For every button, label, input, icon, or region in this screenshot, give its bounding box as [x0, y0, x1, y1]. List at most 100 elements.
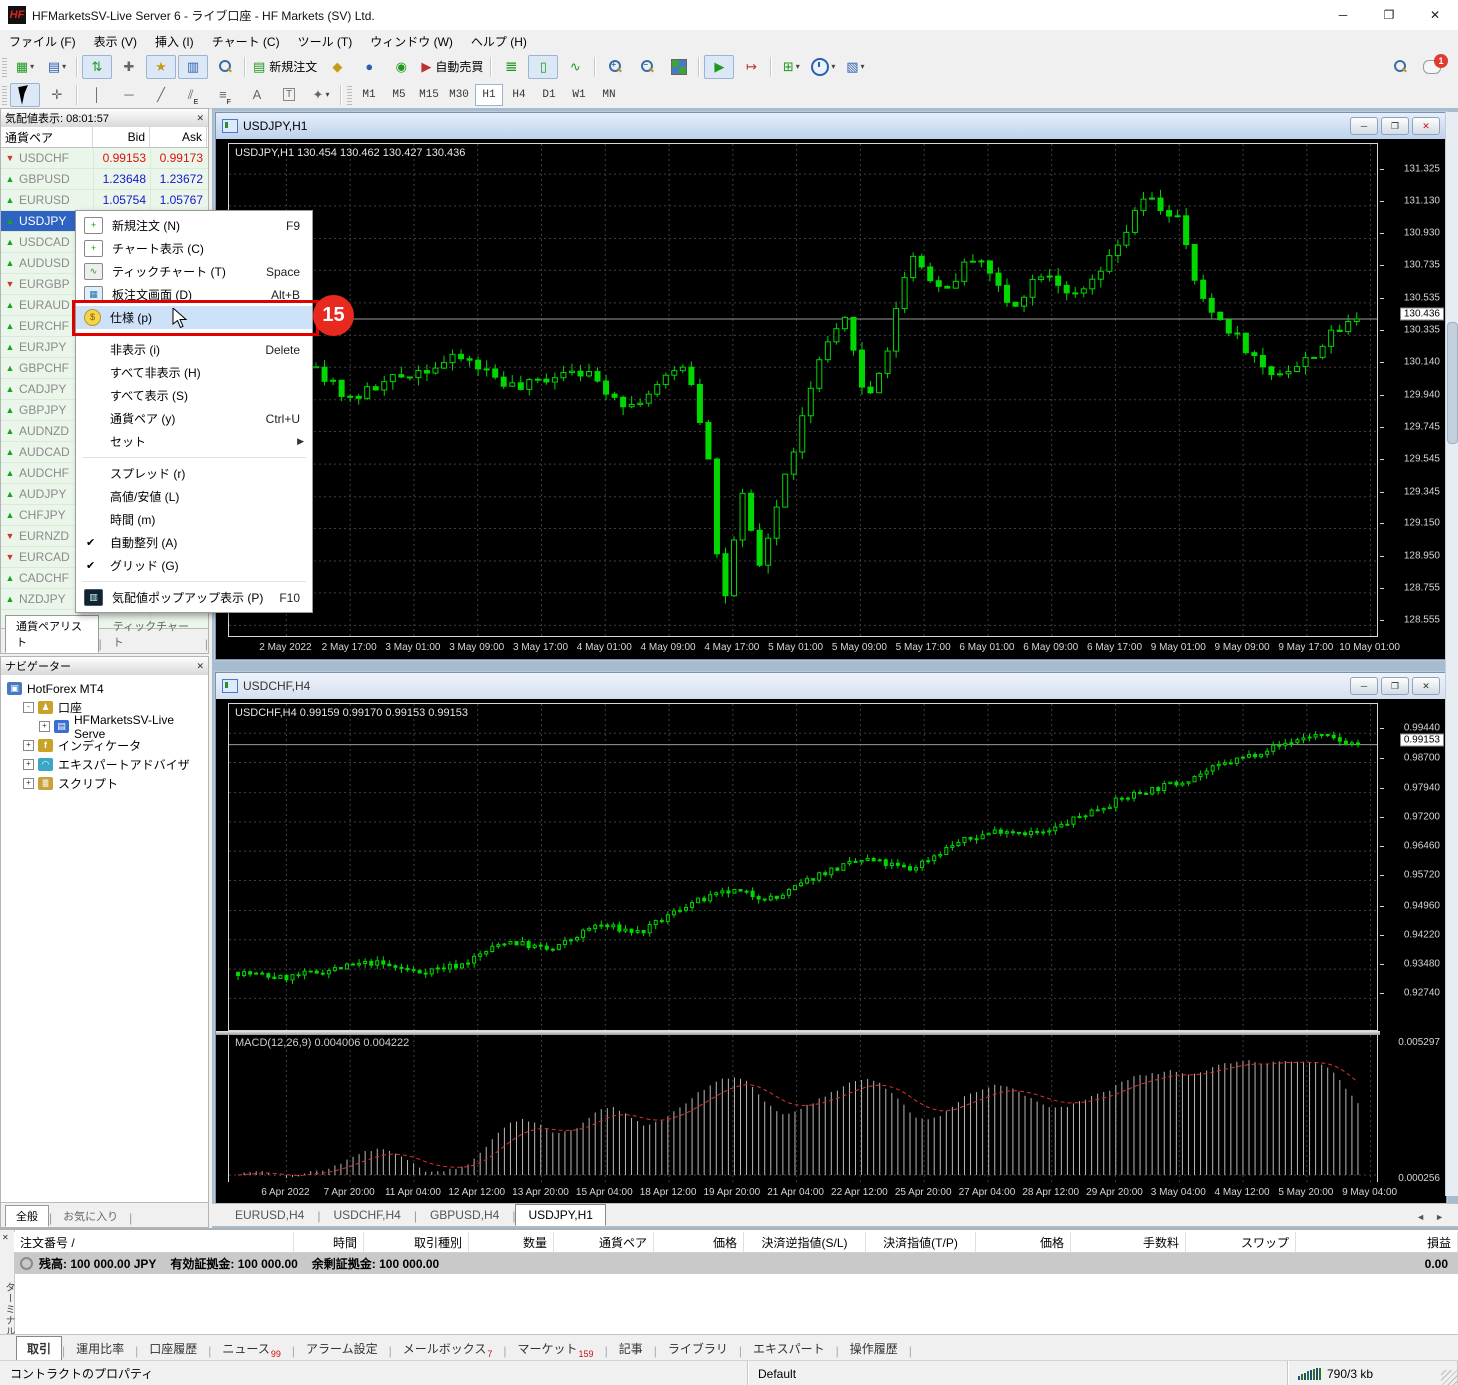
price-axis[interactable]: 131.325131.130130.930130.735130.535130.3… [1380, 139, 1446, 637]
zoom-out-button[interactable]: − [632, 55, 662, 79]
timeframe-h1[interactable]: H1 [475, 84, 503, 106]
terminal-column-5[interactable]: 価格 [654, 1232, 744, 1252]
chart-close-button[interactable]: ✕ [1412, 677, 1440, 695]
navigator-toggle[interactable]: ★ [146, 55, 176, 79]
navigator-tab-1[interactable]: お気に入り [52, 1205, 129, 1227]
terminal-tab-1[interactable]: 運用比率 [65, 1336, 135, 1361]
vertical-line-button[interactable]: │ [82, 83, 112, 107]
menu-ヘ[interactable]: ヘルプ (H) [462, 31, 536, 52]
menu-item-14[interactable]: 時間 (m) [76, 508, 312, 531]
menu-フ[interactable]: ファイル (F) [0, 31, 85, 52]
price-axis[interactable]: 0.994400.987000.979400.972000.964600.957… [1380, 699, 1446, 1182]
chart-minimize-button[interactable]: ─ [1350, 677, 1378, 695]
market-watch-close-icon[interactable]: ✕ [196, 113, 204, 124]
market-watch-tab-1[interactable]: ティックチャート [102, 615, 205, 653]
chart-minimize-button[interactable]: ─ [1350, 117, 1378, 135]
menu-item-1[interactable]: +チャート表示 (C) [76, 237, 312, 260]
terminal-toggle[interactable]: ▥ [178, 55, 208, 79]
chart-window-usdjpy[interactable]: USDJPY,H1 ─ ❐ ✕ USDJPY,H1 130.454 130.46… [215, 112, 1447, 660]
nav-item-4[interactable]: +◠エキスパートアドバイザ [1, 755, 208, 774]
chart-tab-usdchfh4[interactable]: USDCHF,H4 [320, 1204, 413, 1226]
symbol-row-usdchf[interactable]: ▼USDCHF0.991530.99173 [1, 148, 208, 169]
terminal-column-6[interactable]: 決済逆指値(S/L) [744, 1232, 866, 1252]
nav-item-5[interactable]: +≣スクリプト [1, 774, 208, 793]
menu-ウ[interactable]: ウィンドウ (W) [361, 31, 462, 52]
chart-restore-button[interactable]: ❐ [1381, 117, 1409, 135]
strategy-tester-button[interactable] [210, 55, 240, 79]
navigator-tab-0[interactable]: 全般 [5, 1205, 49, 1227]
chart-window-usdchf[interactable]: USDCHF,H4 ─ ❐ ✕ USDCHF,H4 0.99159 0.9917… [215, 672, 1447, 1205]
autotrading-button[interactable]: ▶自動売買 [418, 55, 486, 79]
menu-item-16[interactable]: ✔グリッド (G) [76, 554, 312, 577]
menu-チ[interactable]: チャート (C) [203, 31, 289, 52]
channel-button[interactable]: ⫽E [178, 83, 208, 107]
bar-chart-button[interactable]: 𝌆 [496, 55, 526, 79]
menu-item-0[interactable]: +新規注文 (N)F9 [76, 214, 312, 237]
resize-grip[interactable] [1441, 1370, 1457, 1385]
menu-挿[interactable]: 挿入 (I) [146, 31, 203, 52]
expand-icon[interactable]: + [23, 740, 34, 751]
menu-item-7[interactable]: すべて非表示 (H) [76, 361, 312, 384]
collapse-icon[interactable]: - [23, 702, 34, 713]
terminal-column-11[interactable]: 損益 [1296, 1232, 1458, 1252]
menu-item-18[interactable]: ▥気配値ポップアップ表示 (P)F10 [76, 586, 312, 609]
column-header-1[interactable]: Bid [93, 127, 150, 147]
terminal-tab-3[interactable]: ニュース99 [211, 1336, 291, 1361]
chart-close-button[interactable]: ✕ [1412, 117, 1440, 135]
expand-icon[interactable]: + [23, 759, 34, 770]
timeframe-d1[interactable]: D1 [535, 84, 563, 106]
navigator-close-icon[interactable]: ✕ [196, 661, 204, 672]
trendline-button[interactable]: ╱ [146, 83, 176, 107]
candlestick-chart[interactable]: USDJPY,H1 130.454 130.462 130.427 130.43… [228, 143, 1378, 637]
cursor-button[interactable] [10, 83, 40, 107]
statusbar-profile[interactable]: Default [748, 1361, 1288, 1385]
metaeditor-button[interactable]: ◆ [322, 55, 352, 79]
profiles-button[interactable]: ▤▾ [42, 55, 72, 79]
shapes-button[interactable]: ✦▾ [306, 83, 336, 107]
terminal-column-2[interactable]: 取引種別 [364, 1232, 469, 1252]
timeframe-h4[interactable]: H4 [505, 84, 533, 106]
column-header-0[interactable]: 通貨ペア [1, 127, 93, 147]
terminal-column-10[interactable]: スワップ [1186, 1232, 1296, 1252]
chart-window-titlebar[interactable]: USDJPY,H1 ─ ❐ ✕ [216, 113, 1446, 139]
label-button[interactable]: T [274, 83, 304, 107]
community-button[interactable]: ● [354, 55, 384, 79]
new-order-button[interactable]: ▤新規注文 [250, 55, 320, 79]
chart-tab-gbpusdh4[interactable]: GBPUSD,H4 [417, 1204, 512, 1226]
expand-icon[interactable]: + [23, 778, 34, 789]
chart-shift-button[interactable]: ↦ [736, 55, 766, 79]
timeframe-w1[interactable]: W1 [565, 84, 593, 106]
candlestick-chart[interactable]: USDCHF,H4 0.99159 0.99170 0.99153 0.9915… [228, 703, 1378, 1031]
close-button[interactable]: ✕ [1412, 0, 1458, 30]
crosshair-button[interactable]: ✛ [42, 83, 72, 107]
terminal-column-9[interactable]: 手数料 [1071, 1232, 1186, 1252]
menu-item-12[interactable]: スプレッド (r) [76, 462, 312, 485]
menu-item-9[interactable]: 通貨ペア (y)Ctrl+U [76, 407, 312, 430]
timeframe-m15[interactable]: M15 [415, 84, 443, 106]
chart-tab-eurusdh4[interactable]: EURUSD,H4 [222, 1204, 317, 1226]
horizontal-line-button[interactable]: ─ [114, 83, 144, 107]
templates-button[interactable]: ▧▾ [840, 55, 870, 79]
market-watch-tab-0[interactable]: 通貨ペアリスト [5, 615, 99, 653]
terminal-tab-10[interactable]: 操作履歴 [839, 1336, 909, 1361]
zoom-in-button[interactable]: + [600, 55, 630, 79]
menu-ツ[interactable]: ツール (T) [289, 31, 362, 52]
scrollbar-thumb[interactable] [1447, 322, 1458, 444]
timeframe-m30[interactable]: M30 [445, 84, 473, 106]
expand-icon[interactable]: + [39, 721, 50, 732]
terminal-column-3[interactable]: 数量 [469, 1232, 554, 1252]
market-watch-toggle[interactable]: ⇅ [82, 55, 112, 79]
terminal-column-1[interactable]: 時間 [294, 1232, 364, 1252]
maximize-button[interactable]: ❐ [1366, 0, 1412, 30]
fibonacci-button[interactable]: ≡F [210, 83, 240, 107]
menu-item-2[interactable]: ∿ティックチャート (T)Space [76, 260, 312, 283]
text-button[interactable]: A [242, 83, 272, 107]
terminal-column-8[interactable]: 価格 [976, 1232, 1071, 1252]
autoscroll-button[interactable]: ▶ [704, 55, 734, 79]
new-chart-button[interactable]: ▦▾ [10, 55, 40, 79]
scroll-left-icon[interactable]: ◄ [1416, 1212, 1425, 1222]
terminal-tab-0[interactable]: 取引 [16, 1336, 62, 1361]
terminal-tab-7[interactable]: 記事 [608, 1336, 654, 1361]
candlestick-button[interactable]: ▯ [528, 55, 558, 79]
terminal-tab-8[interactable]: ライブラリ [657, 1336, 739, 1361]
